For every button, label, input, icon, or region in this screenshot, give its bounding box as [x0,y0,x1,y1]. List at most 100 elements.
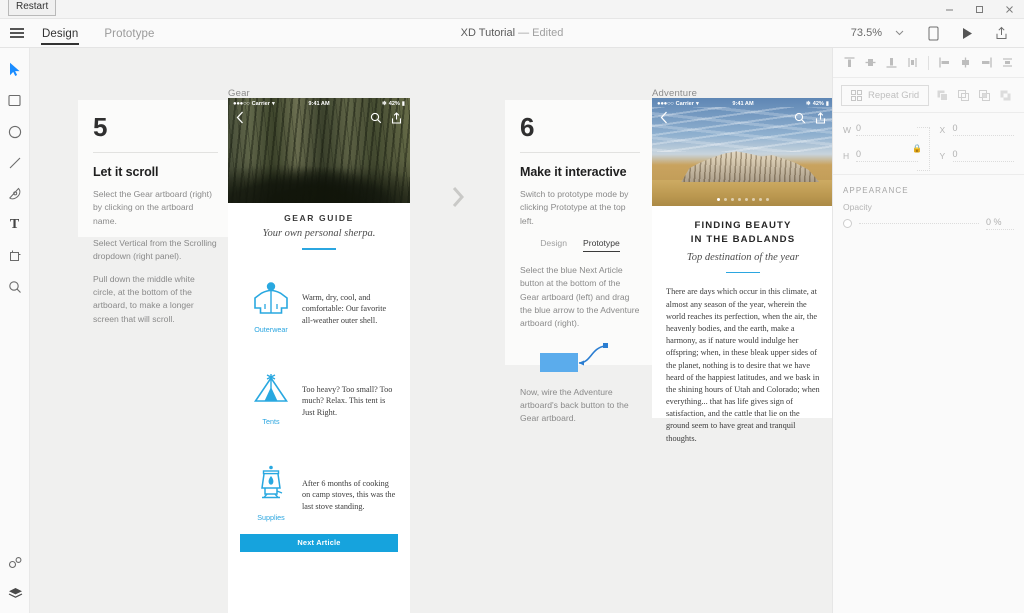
gear-caption: Supplies [257,512,285,522]
opacity-slider-knob[interactable] [843,219,852,228]
share-icon[interactable] [984,19,1018,48]
select-tool[interactable] [0,54,29,85]
carousel-dot[interactable] [717,198,720,201]
gear-hero-image: ●●●○○ Carrier ▾ 9:41 AM ✻ 42% ▮ [228,98,410,203]
tool-rail-bottom [0,547,30,609]
card-5-paragraph-2: Select Vertical from the Scrolling dropd… [93,237,217,262]
gear-item-icon-cell: Supplies [240,464,302,522]
align-left-icon[interactable] [934,52,955,73]
chevron-left-icon[interactable] [236,111,244,129]
pen-tool[interactable] [0,178,29,209]
repeat-grid-section: Repeat Grid [833,78,1024,113]
card-5-paragraph-1: Select the Gear artboard (right) by clic… [93,189,212,226]
hamburger-menu-icon[interactable] [0,26,34,40]
boolean-intersect-icon[interactable] [974,85,995,106]
opacity-slider-row[interactable]: 0 % [833,217,1024,240]
artboard-tool[interactable] [0,240,29,271]
repeat-grid-button[interactable]: Repeat Grid [841,84,930,106]
boolean-subtract-icon[interactable] [953,85,974,106]
tab-design[interactable]: Design [40,28,80,45]
close-icon[interactable] [994,0,1024,19]
opacity-value[interactable]: 0 % [986,217,1014,230]
camp-stove-icon [261,465,283,498]
align-vertical-group [839,52,923,73]
x-field[interactable]: X 0 [940,123,1014,136]
app-toolbar: Design Prototype XD Tutorial — Edited 73… [0,19,1024,48]
repeat-grid-label: Repeat Grid [868,89,920,101]
statusbar-time: 9:41 AM [732,100,754,107]
divider [93,152,218,153]
accent-divider [726,271,760,274]
search-icon[interactable] [794,111,806,129]
width-field[interactable]: W 0 [843,123,918,136]
transform-section: W 0 X 0 H 0 Y 0 🔒 [833,113,1024,175]
align-horizontal-center-icon[interactable] [955,52,976,73]
height-field[interactable]: H 0 [843,149,918,162]
boolean-exclude-icon[interactable] [995,85,1016,106]
adventure-title-line-2: IN THE BADLANDS [690,233,796,245]
carousel-dot[interactable] [724,198,727,201]
gear-item-supplies: Supplies After 6 months of cooking on ca… [228,458,410,522]
x-value[interactable]: 0 [952,123,1014,136]
search-icon[interactable] [370,111,382,129]
share-icon[interactable] [391,111,402,129]
line-tool[interactable] [0,147,29,178]
align-bottom-icon[interactable] [881,52,902,73]
zoom-level-value[interactable]: 73.5% [851,27,882,39]
prototype-wire-illustration [520,340,640,384]
chevron-left-icon[interactable] [660,111,668,129]
layers-icon[interactable] [0,578,30,609]
artboard-gear[interactable]: ●●●○○ Carrier ▾ 9:41 AM ✻ 42% ▮ GEAR GUI… [228,98,410,613]
gear-article-header: GEAR GUIDE Your own personal sherpa. [228,203,410,250]
card-6-paragraph-2: Select the blue Next Article button at t… [520,264,640,329]
y-value[interactable]: 0 [952,149,1014,162]
width-value[interactable]: 0 [856,123,918,136]
opacity-slider-track[interactable] [859,223,979,224]
share-icon[interactable] [815,111,826,129]
carousel-dot[interactable] [766,198,769,201]
maximize-icon[interactable] [964,0,994,19]
carousel-dots[interactable] [652,198,832,201]
chevron-right-icon [450,186,466,213]
card-5-number: 5 [93,112,107,142]
assets-library-icon[interactable] [0,547,30,578]
appearance-section: APPEARANCE Opacity 0 % [833,175,1024,240]
height-value[interactable]: 0 [856,149,918,162]
align-top-icon[interactable] [839,52,860,73]
height-label: H [843,150,850,161]
card-6-paragraph-1: Switch to prototype mode by clicking Pro… [520,189,629,226]
opacity-label: Opacity [843,202,872,212]
rectangle-tool[interactable] [0,85,29,116]
boolean-add-icon[interactable] [932,85,953,106]
distribute-vertical-icon[interactable] [902,52,923,73]
carousel-dot[interactable] [759,198,762,201]
zoom-tool[interactable] [0,271,29,302]
wire-source-rect [540,352,578,372]
next-article-button[interactable]: Next Article [240,533,398,552]
align-horizontal-group [934,52,1018,73]
adventure-title-line-1: FINDING BEAUTY [694,220,792,231]
artboard-adventure[interactable]: ●●●○○ Carrier ▾ 9:41 AM ✻ 42% ▮ FINDING … [652,98,832,443]
align-right-icon[interactable] [976,52,997,73]
y-field[interactable]: Y 0 [940,149,1014,162]
carousel-dot[interactable] [745,198,748,201]
play-icon[interactable] [950,19,984,48]
tab-prototype[interactable]: Prototype [104,28,154,45]
chevron-down-icon[interactable] [882,19,916,48]
carousel-dot[interactable] [752,198,755,201]
gear-text: After 6 months of cooking on camp stoves… [302,478,396,511]
tool-rail: T [0,48,30,613]
design-canvas[interactable]: 5 Let it scroll Select the Gear artboard… [30,48,832,613]
align-vertical-center-icon[interactable] [860,52,881,73]
distribute-horizontal-icon[interactable] [997,52,1018,73]
carousel-dot[interactable] [731,198,734,201]
divider [520,152,640,153]
text-tool[interactable]: T [0,209,29,240]
device-preview-icon[interactable] [916,19,950,48]
gear-caption: Outerwear [254,324,288,334]
appearance-heading: APPEARANCE [843,186,909,195]
lock-aspect-icon[interactable]: 🔒 [912,127,930,171]
ellipse-tool[interactable] [0,116,29,147]
carousel-dot[interactable] [738,198,741,201]
minimize-icon[interactable] [934,0,964,19]
